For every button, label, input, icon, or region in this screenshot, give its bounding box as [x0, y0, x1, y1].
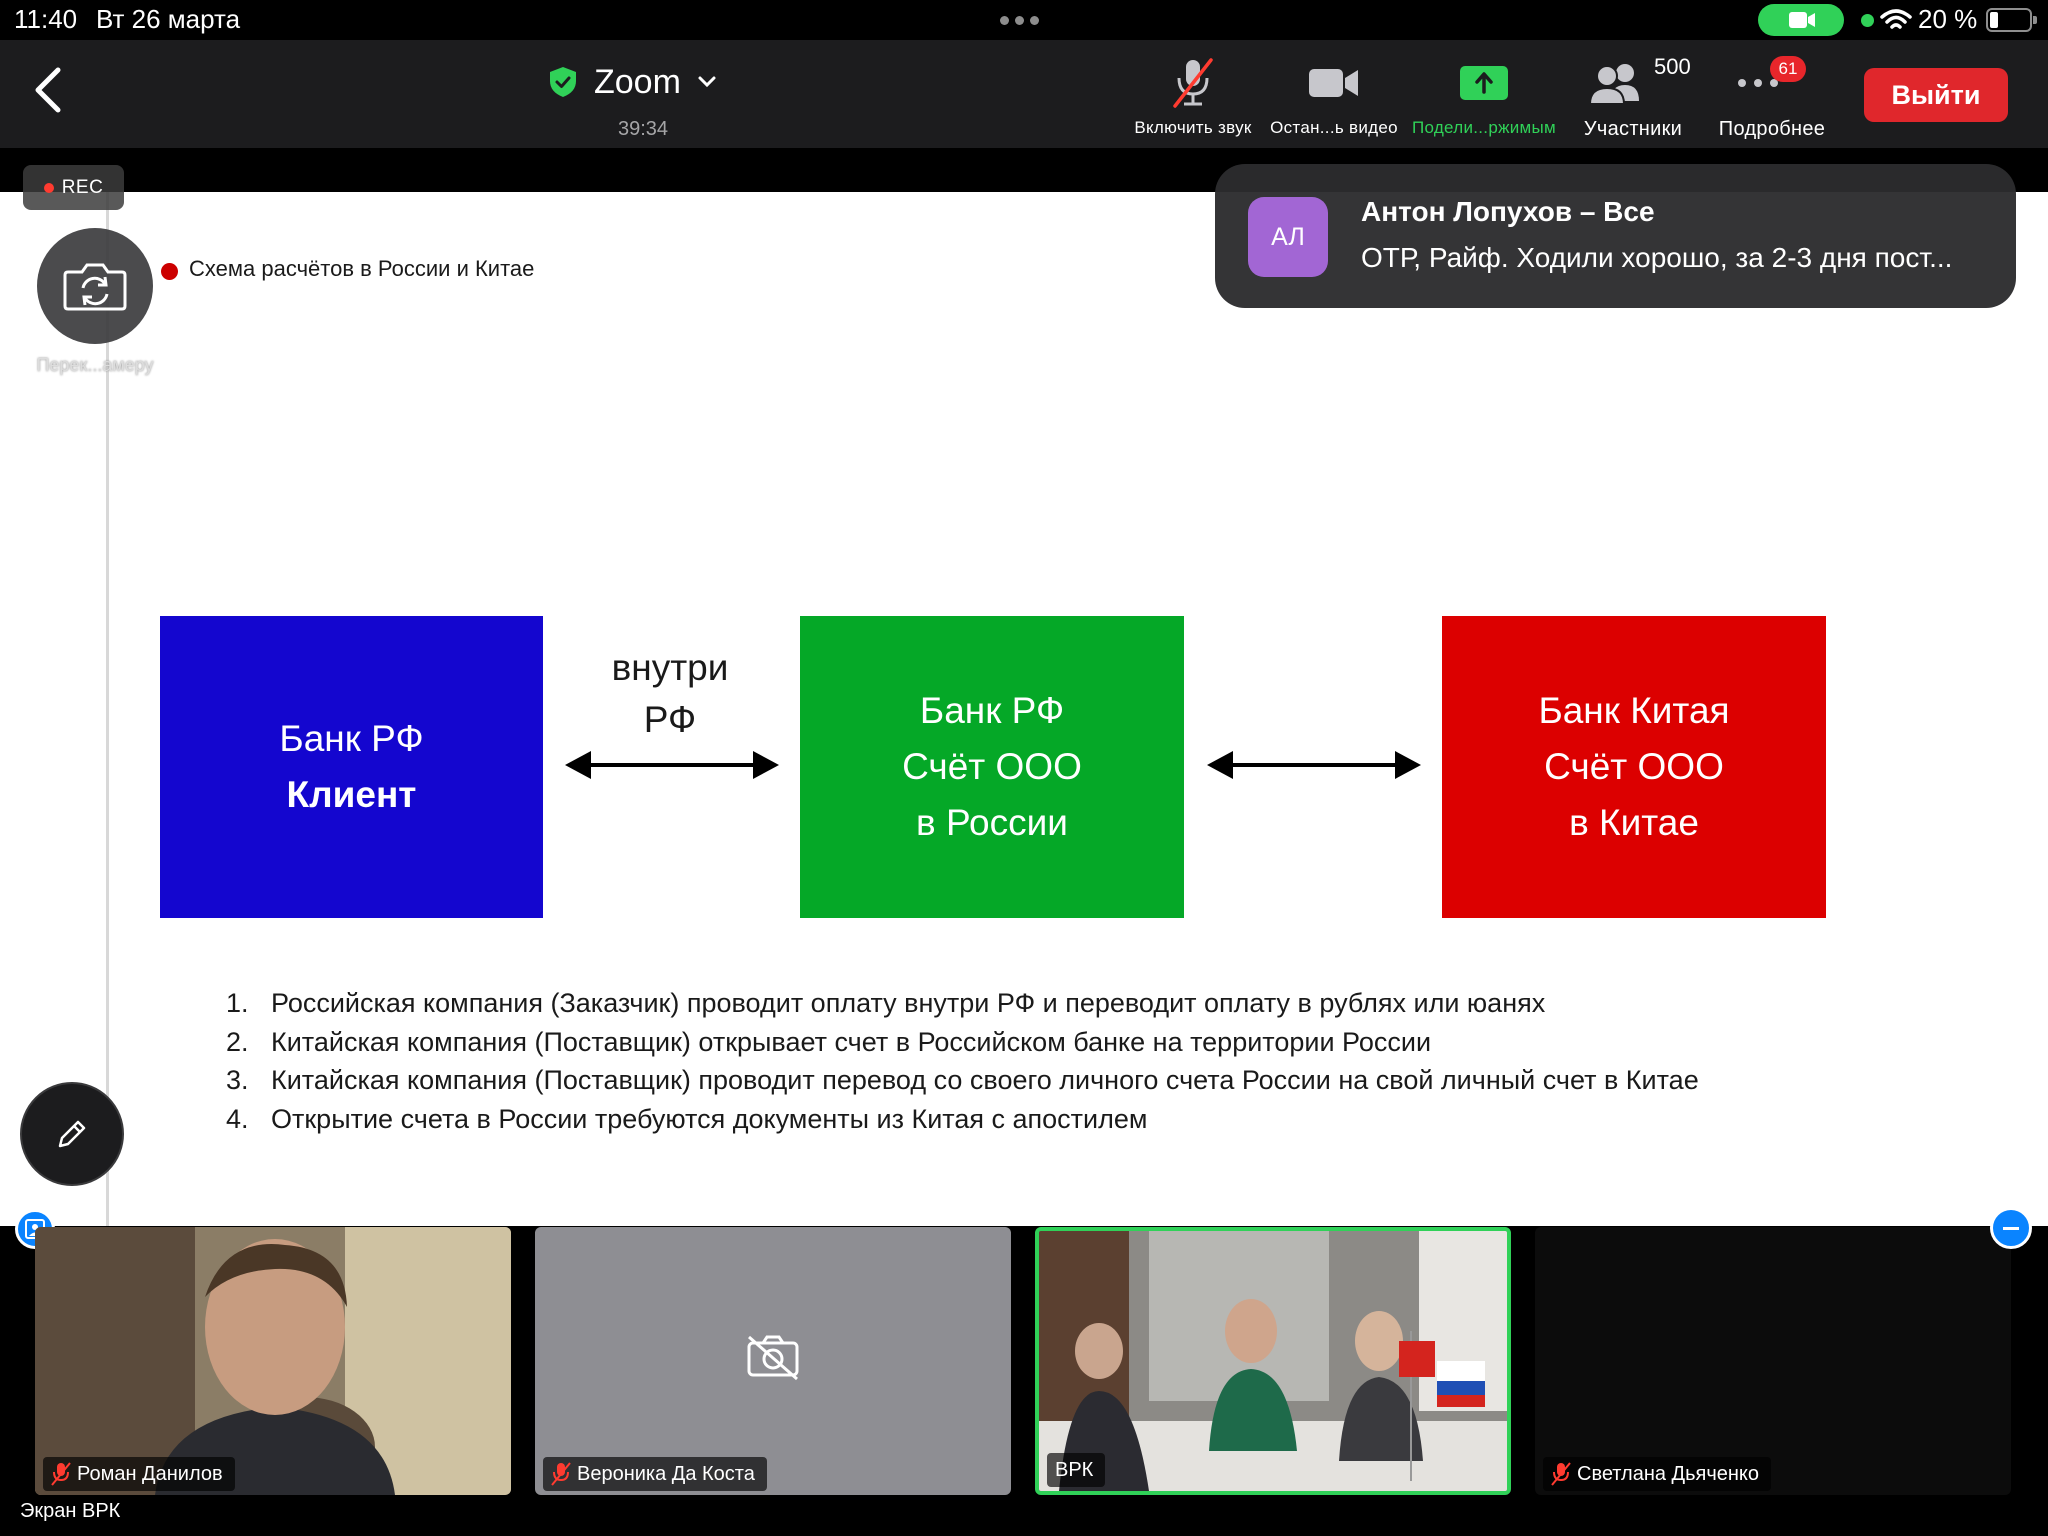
camera-in-use-indicator: [1758, 4, 1844, 36]
recording-dot-icon: [43, 182, 54, 193]
recording-label: REC: [61, 176, 104, 198]
stop-video-label: Остан...ь видео: [1270, 118, 1398, 137]
avatar: АЛ: [1248, 197, 1328, 277]
battery-percent: 20 %: [1918, 4, 1978, 34]
participant-video: [1039, 1231, 1507, 1491]
list-item: 3. Китайская компания (Поставщик) проводи…: [226, 1065, 1699, 1095]
box-blue-line2: Клиент: [286, 774, 417, 815]
pencil-icon: [58, 1120, 86, 1148]
shared-screen: Схема расчётов в России и Китае Банк РФ …: [0, 192, 2048, 1226]
participant-video: [35, 1227, 511, 1495]
participants-button[interactable]: 500 Участники: [1572, 54, 1694, 148]
bank-rf-account-box: Банк РФ Счёт ООО в России: [800, 616, 1184, 918]
list-item: 1. Российская компания (Заказчик) проводи…: [226, 988, 1546, 1018]
meeting-info-button[interactable]: Zoom: [548, 62, 717, 102]
list-item: 4. Открытие счета в России требуются доку…: [226, 1103, 1148, 1134]
list-item: 2. Китайская компания (Поставщик) открыва…: [226, 1026, 1432, 1057]
red-bullet-icon: [161, 263, 178, 280]
share-content-button[interactable]: Подели...ржимым: [1404, 54, 1564, 148]
participants-label: Участники: [1583, 118, 1683, 140]
video-off-icon: [747, 1335, 799, 1381]
arrow-label: внутри РФ: [590, 642, 750, 746]
microphone-muted-icon: [551, 1462, 571, 1486]
more-button[interactable]: 61 Подробнее: [1710, 54, 1834, 148]
participant-name-tag: Роман Данилов: [43, 1457, 235, 1491]
video-camera-icon: [1309, 69, 1358, 97]
box-blue-line1: Банк РФ: [279, 718, 424, 759]
switch-camera-label: Перек...амеру: [36, 355, 154, 375]
status-date: Вт 26 марта: [96, 4, 241, 34]
security-shield-icon: [550, 67, 576, 97]
chat-message: ОТР, Райф. Ходили хорошо, за 2-3 дня пос…: [1361, 242, 1953, 273]
microphone-muted-icon: [1551, 1462, 1571, 1486]
unmute-label: Включить звук: [1134, 118, 1252, 137]
double-arrow-icon: [1207, 751, 1421, 779]
box-green-line1: Банк РФ: [919, 690, 1065, 731]
box-green-line2: Счёт ООО: [902, 746, 1082, 787]
participants-count: 500: [1654, 54, 1691, 79]
participant-name-tag: Светлана Дьяченко: [1543, 1457, 1772, 1491]
arrow-label-line1: внутри: [611, 647, 729, 688]
annotate-button[interactable]: [20, 1082, 124, 1186]
unmute-button[interactable]: Включить звук: [1123, 54, 1263, 148]
participant-video-tile[interactable]: Вероника Да Коста: [535, 1227, 1011, 1495]
box-red-line3: в Китае: [1569, 802, 1699, 843]
bank-china-account-box: Банк Китая Счёт ООО в Китае: [1442, 616, 1826, 918]
hide-video-strip-button[interactable]: [1990, 1207, 2032, 1249]
active-speaker-video-tile[interactable]: ВРК: [1035, 1227, 1511, 1495]
status-bar: 11:40 Вт 26 марта 20 %: [0, 0, 2048, 40]
camera-switch-icon: [63, 263, 127, 311]
participant-video-tile[interactable]: Роман Данилов: [35, 1227, 511, 1495]
slide-steps-list: 1. Российская компания (Заказчик) проводи…: [226, 984, 1699, 1138]
box-red-line2: Счёт ООО: [1544, 746, 1724, 787]
box-red-line1: Банк Китая: [1538, 690, 1730, 731]
participant-video-tile[interactable]: Светлана Дьяченко: [1535, 1227, 2011, 1495]
participants-icon: [1588, 64, 1639, 105]
leave-meeting-button[interactable]: Выйти: [1864, 68, 2008, 122]
back-button[interactable]: [30, 62, 70, 118]
arrow-label-line2: РФ: [643, 699, 697, 740]
battery-icon: [1986, 8, 2037, 32]
participant-name-tag: ВРК: [1047, 1453, 1106, 1487]
chat-sender: Антон Лопухов – Все: [1361, 196, 1655, 227]
microphone-muted-icon: [1173, 58, 1213, 108]
screen-share-owner-label: Экран ВРК: [20, 1500, 121, 1522]
multitasking-dots-icon[interactable]: [1000, 16, 1039, 25]
slide-divider: [106, 192, 109, 1226]
stop-video-button[interactable]: Остан...ь видео: [1264, 54, 1404, 148]
bank-rf-client-box: Банк РФ Клиент: [160, 616, 543, 918]
notification-badge: 61: [1770, 56, 1806, 82]
more-label: Подробнее: [1718, 118, 1826, 140]
meeting-title: Zoom: [594, 62, 681, 101]
chevron-down-icon: [698, 76, 716, 88]
slide-heading: Схема расчётов в России и Китае: [189, 256, 535, 281]
privacy-dot-icon: [1861, 14, 1874, 27]
share-screen-icon: [1460, 66, 1508, 100]
status-time: 11:40: [14, 4, 78, 34]
share-content-label: Подели...ржимым: [1411, 118, 1557, 137]
double-arrow-icon: [565, 751, 779, 779]
switch-camera-button[interactable]: [37, 228, 153, 344]
wifi-icon: [1880, 9, 1912, 29]
microphone-muted-icon: [51, 1462, 71, 1486]
chat-notification[interactable]: АЛ Антон Лопухов – Все ОТР, Райф. Ходили…: [1215, 164, 2016, 308]
box-green-line3: в России: [916, 802, 1068, 843]
meeting-toolbar: Zoom 39:34 Включить звук Остан...ь видео: [0, 40, 2048, 148]
participant-name-tag: Вероника Да Коста: [543, 1457, 767, 1491]
recording-indicator[interactable]: REC: [23, 165, 124, 210]
chevron-left-icon: [35, 67, 61, 113]
meeting-timer: 39:34: [618, 118, 669, 140]
